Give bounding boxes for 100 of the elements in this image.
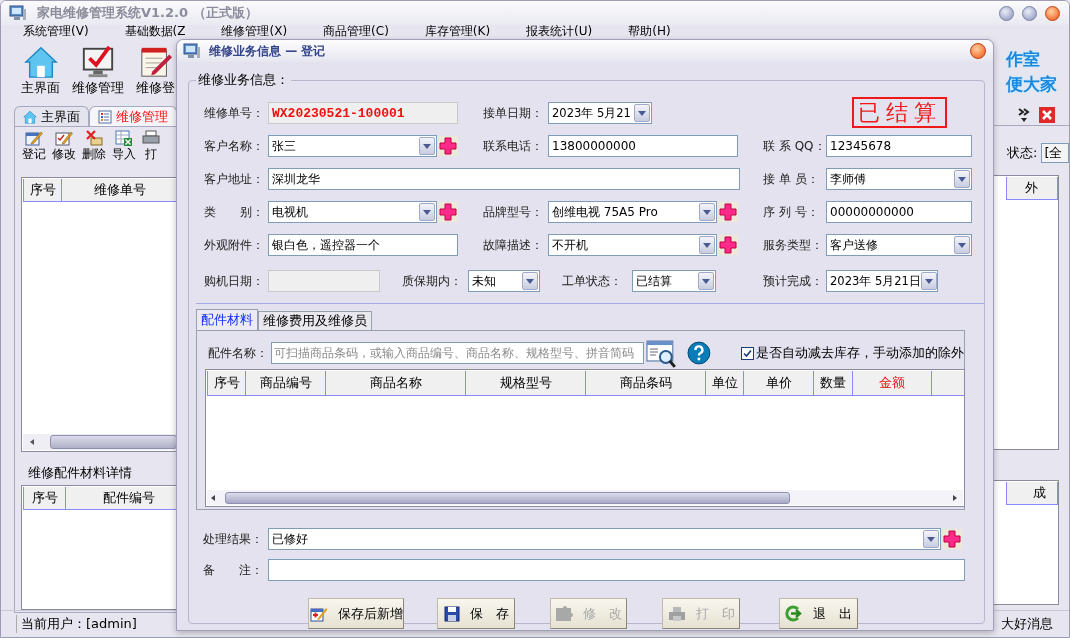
printer-icon: [667, 605, 686, 622]
menu-item[interactable]: 商品管理(C): [323, 25, 389, 38]
combo-box[interactable]: 已修好: [268, 528, 941, 550]
text-field[interactable]: WX20230521-100001: [268, 102, 458, 124]
add-icon[interactable]: [718, 235, 738, 255]
field-label: 服务类型：: [763, 236, 824, 254]
column-header: 金额: [853, 371, 932, 395]
text-field[interactable]: [268, 270, 380, 292]
scroll-left-icon[interactable]: [210, 494, 215, 501]
toolbar-button[interactable]: 登记: [21, 130, 47, 170]
dropdown-button[interactable]: [698, 272, 714, 290]
combo-box[interactable]: 未知: [468, 270, 540, 292]
text-field[interactable]: 深圳龙华: [268, 168, 740, 190]
maximize-button[interactable]: [1022, 5, 1037, 21]
dropdown-arrow-icon: [958, 242, 966, 248]
tab[interactable]: 维修管理: [89, 106, 177, 126]
menu-item[interactable]: 维修管理(X): [221, 25, 288, 38]
tab[interactable]: 配件材料: [196, 309, 258, 330]
combo-box[interactable]: 创维电视 75A5 Pro: [548, 201, 717, 223]
add-icon[interactable]: [718, 202, 738, 222]
column-header: 规格型号: [466, 371, 586, 395]
text-field[interactable]: 银白色，遥控器一个: [268, 234, 458, 256]
combo-box[interactable]: 已结算: [632, 270, 716, 292]
dialog-button[interactable]: 退 出: [779, 598, 858, 629]
combo-box[interactable]: 客户送修: [826, 234, 972, 256]
dropdown-button[interactable]: [634, 104, 650, 122]
field-label: 工单状态：: [562, 272, 623, 290]
scroll-left-icon[interactable]: [28, 439, 34, 445]
combo-box[interactable]: 张三: [268, 135, 437, 157]
text-field[interactable]: [268, 559, 965, 581]
dropdown-button[interactable]: [954, 170, 970, 188]
close-button[interactable]: [1045, 5, 1060, 21]
menu-item[interactable]: 帮助(H): [628, 25, 671, 38]
dialog-button[interactable]: 保 存: [437, 598, 515, 629]
add-icon[interactable]: [942, 529, 962, 549]
close-button[interactable]: [970, 43, 986, 59]
dialog-button[interactable]: 保存后新增: [308, 598, 404, 629]
scroll-right-icon[interactable]: [953, 494, 958, 501]
text-field[interactable]: 00000000000: [826, 201, 972, 223]
checkbox[interactable]: [741, 346, 754, 360]
combo-box[interactable]: 电视机: [268, 201, 437, 223]
dropdown-arrow-icon: [526, 278, 534, 284]
dropdown-button[interactable]: [920, 272, 937, 290]
text-field[interactable]: 12345678: [826, 135, 972, 157]
date-picker[interactable]: 2023年 5月21日: [826, 270, 938, 292]
status-text: 当前用户：[admin]: [16, 615, 137, 633]
field-label: 维修单号：: [204, 104, 265, 122]
field-label: 联 系 QQ：: [763, 137, 826, 155]
search-icon[interactable]: [646, 337, 678, 369]
dropdown-button[interactable]: [954, 236, 970, 254]
date-picker[interactable]: 2023年 5月21: [548, 102, 652, 124]
search-field[interactable]: 可扫描商品条码，或输入商品编号、商品名称、规格型号、拼音简码: [271, 342, 645, 364]
app-icon: [9, 5, 27, 21]
expand-icon[interactable]: [1017, 107, 1031, 123]
add-icon[interactable]: [438, 136, 458, 156]
toolbar-button[interactable]: 维修管理: [68, 45, 128, 101]
dropdown-button[interactable]: [419, 203, 435, 221]
menu-item[interactable]: 基础数据(Z: [124, 25, 186, 38]
tab[interactable]: 维修费用及维修员: [258, 311, 372, 330]
combo-box[interactable]: 李师傅: [826, 168, 972, 190]
toolbar-button[interactable]: 导入: [111, 130, 137, 170]
text-field[interactable]: 13800000000: [548, 135, 738, 157]
minimize-button[interactable]: [999, 5, 1014, 21]
toolbar-button[interactable]: 修改: [51, 130, 77, 170]
horizontal-scrollbar[interactable]: [23, 434, 177, 450]
dropdown-button[interactable]: [923, 530, 939, 548]
toolbar-button[interactable]: 主界面: [17, 45, 64, 101]
close-icon[interactable]: [1039, 107, 1055, 123]
field-label: 配件名称：: [207, 344, 269, 362]
section-title: 维修配件材料详情: [27, 464, 133, 482]
status-combo-box[interactable]: [全: [1041, 143, 1069, 163]
column-header: 序号: [24, 487, 66, 509]
add-icon[interactable]: [438, 202, 458, 222]
column-header: 单价: [744, 371, 814, 395]
field-label: 序 列 号：: [763, 203, 820, 221]
menu-item[interactable]: 报表统计(U): [526, 25, 593, 38]
toolbar-button[interactable]: 删除: [81, 130, 107, 170]
column-header: 成: [1022, 482, 1058, 504]
dropdown-button[interactable]: [522, 272, 538, 290]
column-header: 商品条码: [586, 371, 706, 395]
toolbar-button[interactable]: 维修登: [132, 45, 177, 101]
menu-item[interactable]: 库存管理(K): [424, 25, 491, 38]
tab[interactable]: 主界面: [14, 106, 89, 126]
add-note-icon: [309, 605, 328, 622]
menu-item[interactable]: 系统管理(V): [23, 25, 89, 38]
app-icon: [183, 43, 201, 59]
field-label: 预计完成：: [763, 272, 824, 290]
status-stamp: 已结算: [852, 97, 947, 128]
toolbar-button[interactable]: 打: [141, 130, 161, 170]
column-header: 序号: [208, 371, 246, 395]
dropdown-button[interactable]: [699, 203, 715, 221]
checkbox-label[interactable]: 是否自动减去库存，手动添加的除外: [756, 344, 964, 362]
help-icon[interactable]: [687, 341, 711, 365]
checkmark-icon: [743, 348, 752, 358]
dropdown-button[interactable]: [419, 137, 435, 155]
status-text: 大好消息: [1001, 615, 1053, 633]
horizontal-scrollbar[interactable]: [207, 490, 963, 505]
printer-icon: [142, 130, 160, 146]
combo-box[interactable]: 不开机: [548, 234, 717, 256]
dropdown-button[interactable]: [699, 236, 715, 254]
